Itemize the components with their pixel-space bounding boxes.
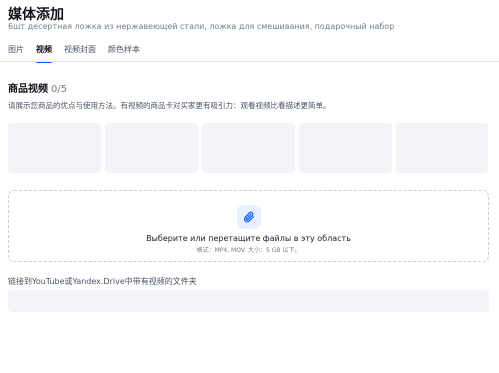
video-slot-3[interactable] bbox=[202, 123, 295, 173]
video-count: 0/5 bbox=[51, 84, 68, 95]
video-slot-4[interactable] bbox=[299, 123, 392, 173]
media-tabs: 图片 视频 视频封面 颜色样本 bbox=[8, 44, 140, 63]
video-slot-2[interactable] bbox=[105, 123, 198, 173]
tab-video[interactable]: 视频 bbox=[36, 44, 52, 63]
tab-images[interactable]: 图片 bbox=[8, 44, 24, 60]
video-slot-1[interactable] bbox=[8, 123, 101, 173]
dialog-title: 媒体添加 bbox=[8, 7, 64, 23]
tabs-divider bbox=[0, 61, 499, 62]
video-slots bbox=[8, 123, 488, 173]
video-slot-5[interactable] bbox=[396, 123, 488, 173]
product-name: 6шт десертная ложка из нержавеющей стали… bbox=[8, 22, 395, 31]
section-title: 商品视频 0/5 bbox=[8, 80, 67, 95]
section-description: 请展示您商品的优点与使用方法。有视频的商品卡对买家更有吸引力：观看视频比看描述更… bbox=[8, 101, 331, 110]
dropzone-format-hint: 格式：MP4, MOV. 大小：5 GB 以下。 bbox=[196, 247, 301, 254]
tab-video-cover[interactable]: 视频封面 bbox=[64, 44, 96, 60]
dropzone-instruction: Выберите или перетащите файлы в эту обла… bbox=[146, 234, 351, 243]
tab-color-samples[interactable]: 颜色样本 bbox=[108, 44, 140, 60]
file-dropzone[interactable]: Выберите или перетащите файлы в эту обла… bbox=[8, 190, 489, 262]
media-add-dialog: 媒体添加 6шт десертная ложка из нержавеющей … bbox=[0, 0, 499, 373]
video-link-label: 链接到YouTube或Yandex.Drive中带有视频的文件夹 bbox=[8, 277, 197, 286]
paperclip-icon bbox=[236, 205, 261, 229]
video-link-input[interactable] bbox=[8, 290, 489, 312]
section-title-text: 商品视频 bbox=[8, 84, 48, 95]
